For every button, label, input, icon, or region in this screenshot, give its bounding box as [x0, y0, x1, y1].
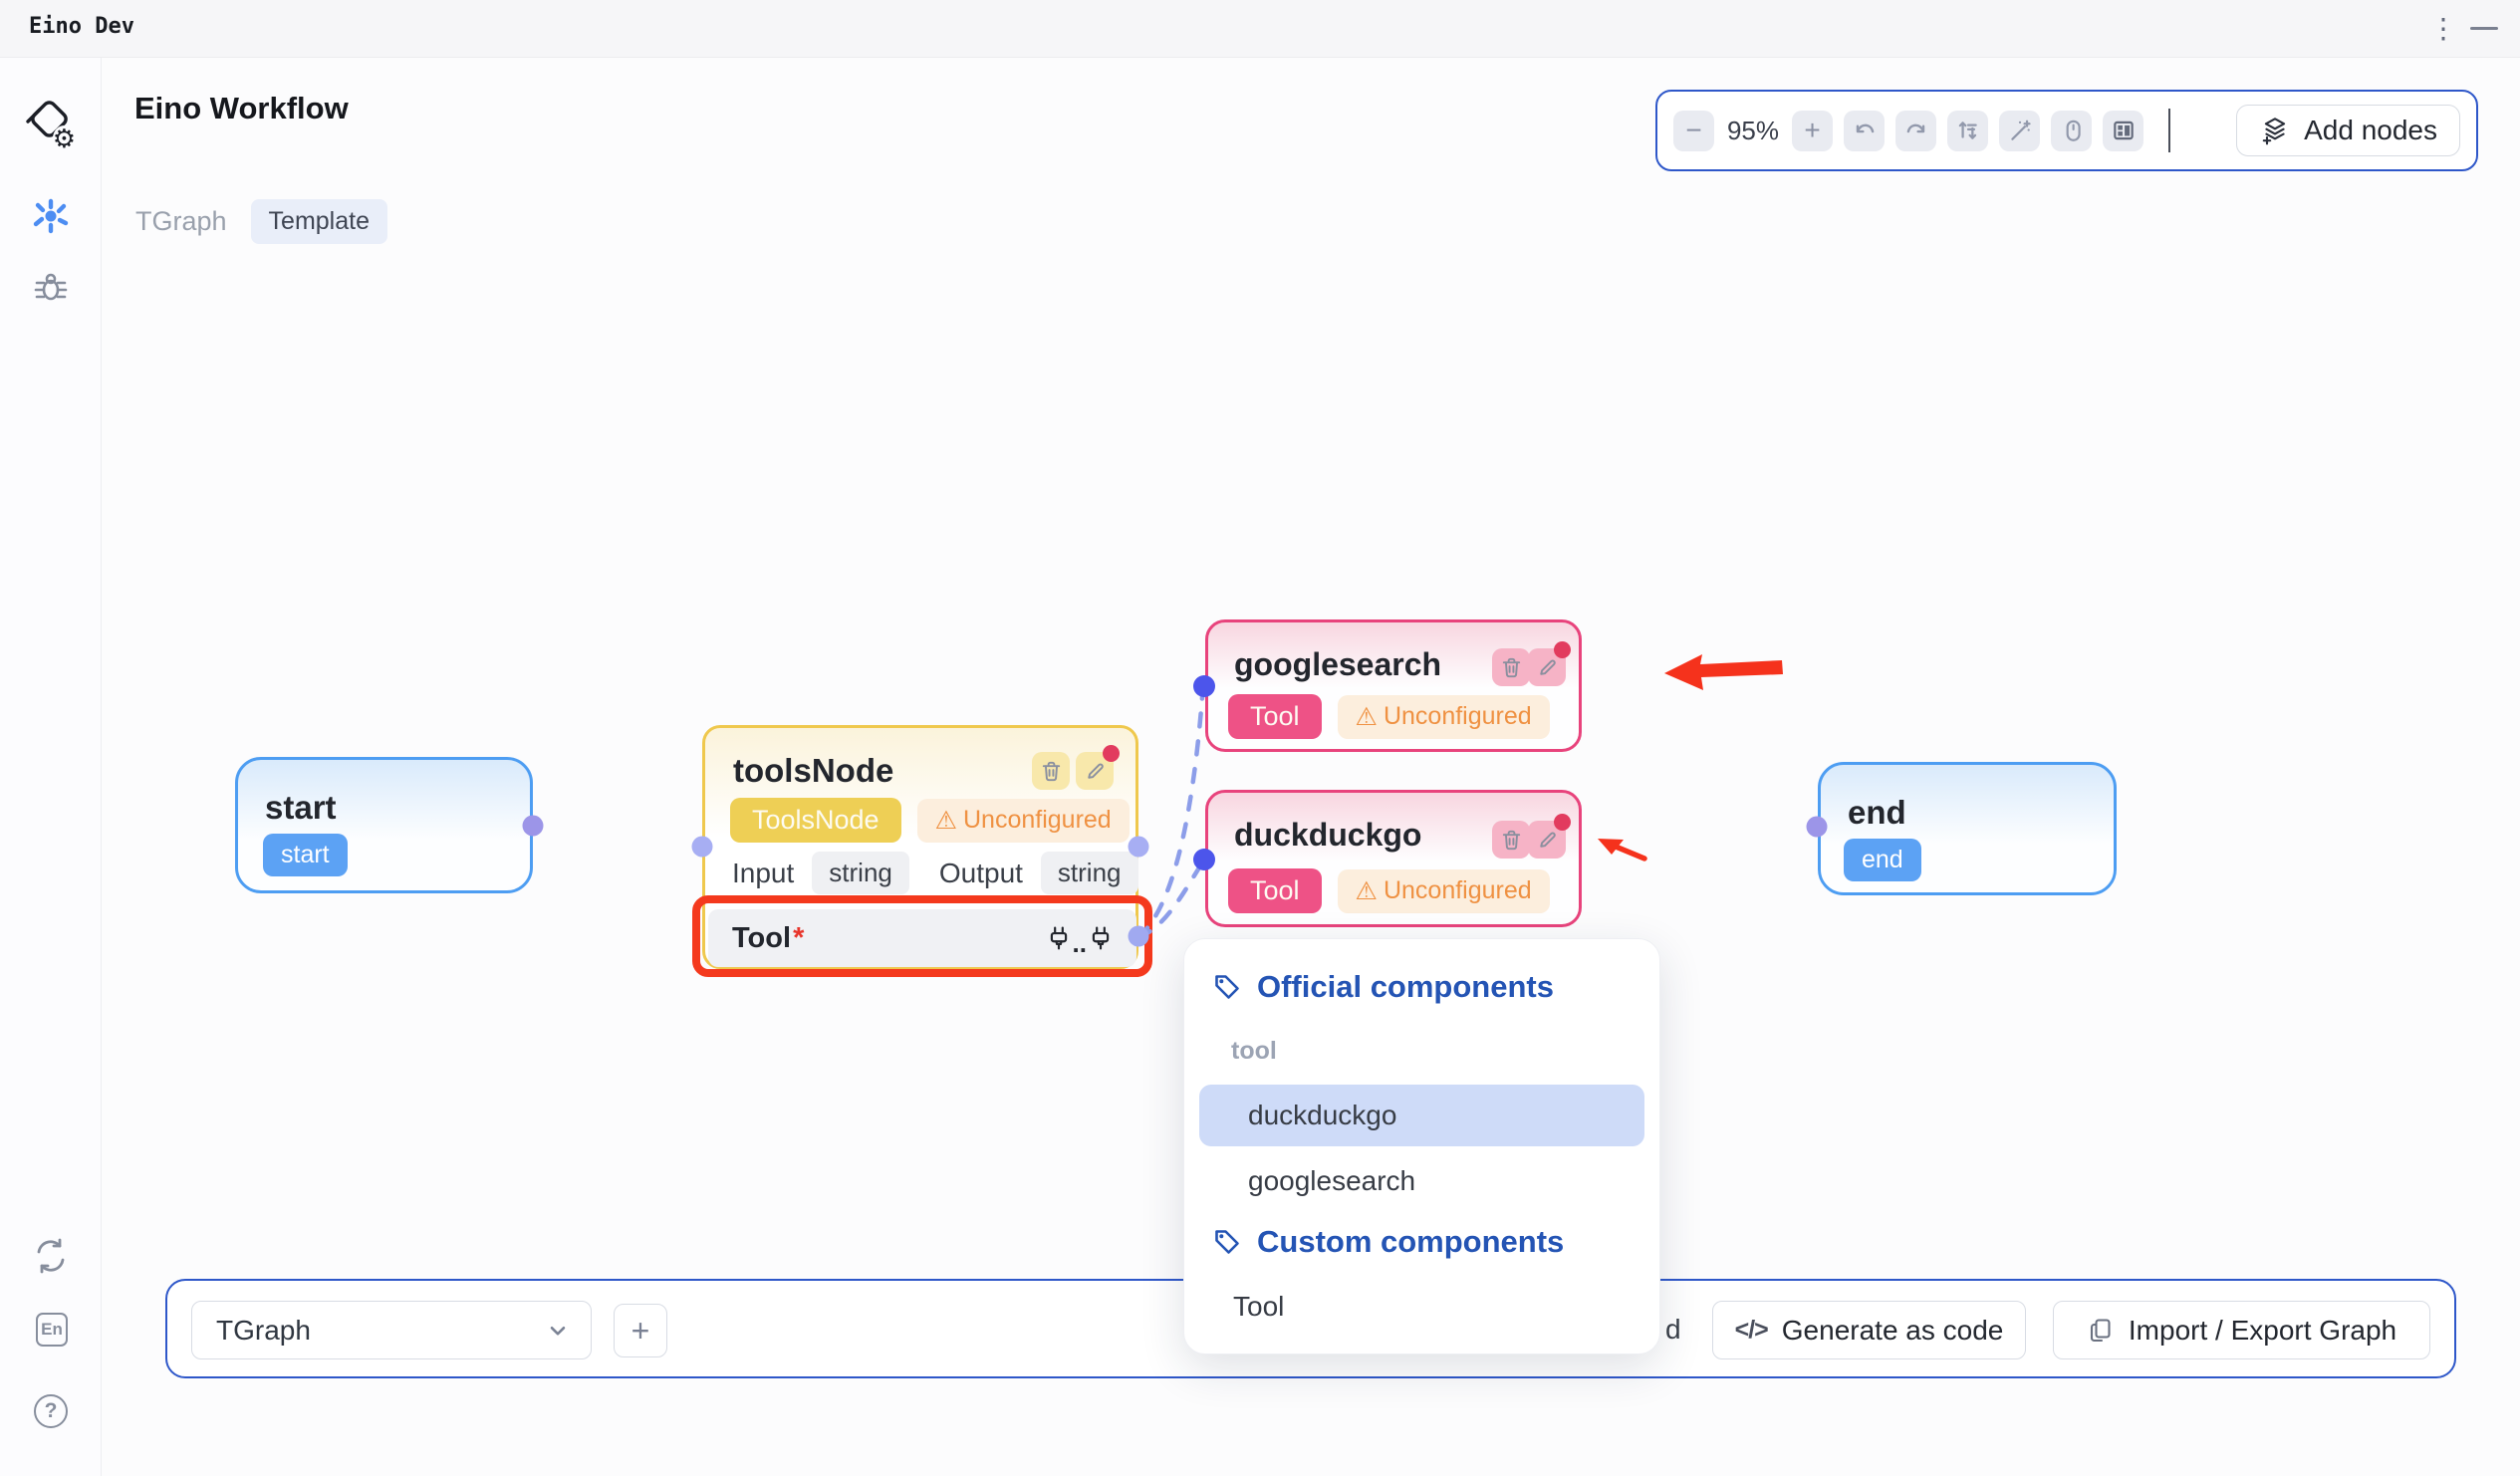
- official-components-header: Official components: [1212, 969, 1554, 1005]
- notification-dot: [1554, 641, 1571, 658]
- panel-layout-button[interactable]: [2103, 111, 2143, 151]
- add-nodes-label: Add nodes: [2304, 115, 2437, 146]
- tool-field-label: Tool: [732, 922, 791, 955]
- edge-tool-googlesearch: [1138, 697, 1202, 937]
- plug-icon: [1047, 925, 1071, 952]
- warning-icon: ⚠: [935, 806, 957, 836]
- add-graph-button[interactable]: +: [614, 1304, 667, 1357]
- undo-button[interactable]: [1844, 111, 1885, 151]
- sidebar-item-workflow[interactable]: [30, 195, 72, 237]
- required-marker: *: [793, 922, 804, 955]
- component-item-googlesearch[interactable]: googlesearch: [1199, 1152, 1644, 1210]
- delete-node-button[interactable]: [1492, 821, 1530, 859]
- chevron-down-icon: [545, 1318, 571, 1344]
- graph-select[interactable]: TGraph: [191, 1301, 592, 1359]
- page-title: Eino Workflow: [134, 91, 349, 126]
- node-googlesearch[interactable]: googlesearch Tool ⚠Unconfigured: [1205, 619, 1582, 752]
- add-nodes-button[interactable]: Add nodes: [2236, 105, 2460, 156]
- custom-components-header: Custom components: [1212, 1224, 1564, 1260]
- node-type-badge: ToolsNode: [730, 798, 901, 843]
- notification-dot: [1554, 814, 1571, 831]
- gear-icon: ⚙: [53, 125, 76, 151]
- tag-icon: [1212, 1227, 1242, 1257]
- node-title: end: [1848, 794, 1906, 832]
- redo-button[interactable]: [1895, 111, 1936, 151]
- node-type-badge: end: [1844, 839, 1921, 881]
- delete-node-button[interactable]: [1492, 648, 1530, 686]
- zoom-in-button[interactable]: +: [1792, 111, 1833, 151]
- generate-code-button[interactable]: </> Generate as code: [1712, 1301, 2026, 1359]
- clipped-text-fragment: d: [1665, 1314, 1681, 1346]
- edge-tool-duckduckgo: [1138, 864, 1201, 937]
- node-title: start: [265, 789, 337, 827]
- minimize-icon[interactable]: [2466, 18, 2502, 40]
- help-button[interactable]: ?: [34, 1394, 68, 1428]
- refresh-icon[interactable]: [30, 1235, 72, 1277]
- title-bar: Eino Dev ⋮: [0, 0, 2520, 58]
- tool-field-row[interactable]: Tool * ..: [708, 909, 1136, 967]
- plug-icons: ..: [1047, 925, 1113, 952]
- node-start[interactable]: start start: [235, 757, 533, 893]
- zoom-level: 95%: [1725, 116, 1781, 146]
- node-toolsnode[interactable]: toolsNode ToolsNode ⚠Unconfigured Input …: [702, 725, 1138, 969]
- group-label-tool: tool: [1231, 1037, 1277, 1066]
- component-item-tool[interactable]: Tool: [1199, 1278, 1644, 1336]
- component-item-duckduckgo[interactable]: duckduckgo: [1199, 1085, 1644, 1146]
- output-type-pill: string: [1041, 852, 1138, 894]
- notification-dot: [1103, 745, 1120, 762]
- warning-icon: ⚠: [1356, 702, 1378, 732]
- mouse-mode-button[interactable]: [2051, 111, 2092, 151]
- code-icon: </>: [1735, 1316, 1768, 1345]
- output-label: Output: [939, 858, 1023, 889]
- breadcrumb-graph-name: TGraph: [135, 206, 227, 237]
- node-type-badge: Tool: [1228, 694, 1322, 739]
- sidebar: ⚙ En: [0, 58, 102, 1476]
- document-icon: [2087, 1317, 2115, 1345]
- kebab-menu-icon[interactable]: ⋮: [2428, 8, 2458, 50]
- status-badge: ⚠Unconfigured: [917, 799, 1130, 843]
- window-title: Eino Dev: [29, 14, 134, 39]
- auto-layout-button[interactable]: [1947, 111, 1988, 151]
- graph-select-value: TGraph: [216, 1315, 311, 1347]
- node-type-badge: start: [263, 834, 348, 876]
- app-logo-icon: ⚙: [24, 98, 74, 147]
- input-label: Input: [732, 858, 794, 889]
- node-type-badge: Tool: [1228, 868, 1322, 913]
- status-badge: ⚠Unconfigured: [1338, 695, 1550, 739]
- node-end[interactable]: end end: [1818, 762, 2117, 895]
- node-title: duckduckgo: [1234, 817, 1421, 854]
- canvas-toolbar: − 95% +: [1655, 90, 2478, 171]
- layers-plus-icon: [2259, 115, 2291, 146]
- component-picker-panel: Official components tool duckduckgo goog…: [1183, 938, 1660, 1354]
- zoom-out-button[interactable]: −: [1673, 111, 1714, 151]
- delete-node-button[interactable]: [1032, 752, 1070, 790]
- plug-icon: [1089, 925, 1113, 952]
- annotation-arrow-small: [1616, 847, 1644, 859]
- template-badge[interactable]: Template: [251, 199, 387, 244]
- app-window: Eino Dev ⋮ ⚙: [0, 0, 2520, 1476]
- annotation-arrow-small-head: [1598, 839, 1624, 855]
- import-export-button[interactable]: Import / Export Graph: [2053, 1301, 2430, 1359]
- magic-wand-button[interactable]: [1999, 111, 2040, 151]
- annotation-arrow-big: [1664, 654, 1783, 690]
- tag-icon: [1212, 972, 1242, 1002]
- toolbar-divider: [2168, 109, 2170, 152]
- node-duckduckgo[interactable]: duckduckgo Tool ⚠Unconfigured: [1205, 790, 1582, 927]
- input-type-pill: string: [812, 852, 909, 894]
- sidebar-item-debug[interactable]: [32, 269, 70, 307]
- plug-separator: ..: [1073, 934, 1087, 952]
- node-title: googlesearch: [1234, 646, 1441, 683]
- breadcrumb: TGraph Template: [135, 199, 387, 244]
- node-title: toolsNode: [733, 752, 893, 790]
- warning-icon: ⚠: [1356, 876, 1378, 906]
- language-button[interactable]: En: [36, 1313, 68, 1347]
- status-badge: ⚠Unconfigured: [1338, 869, 1550, 913]
